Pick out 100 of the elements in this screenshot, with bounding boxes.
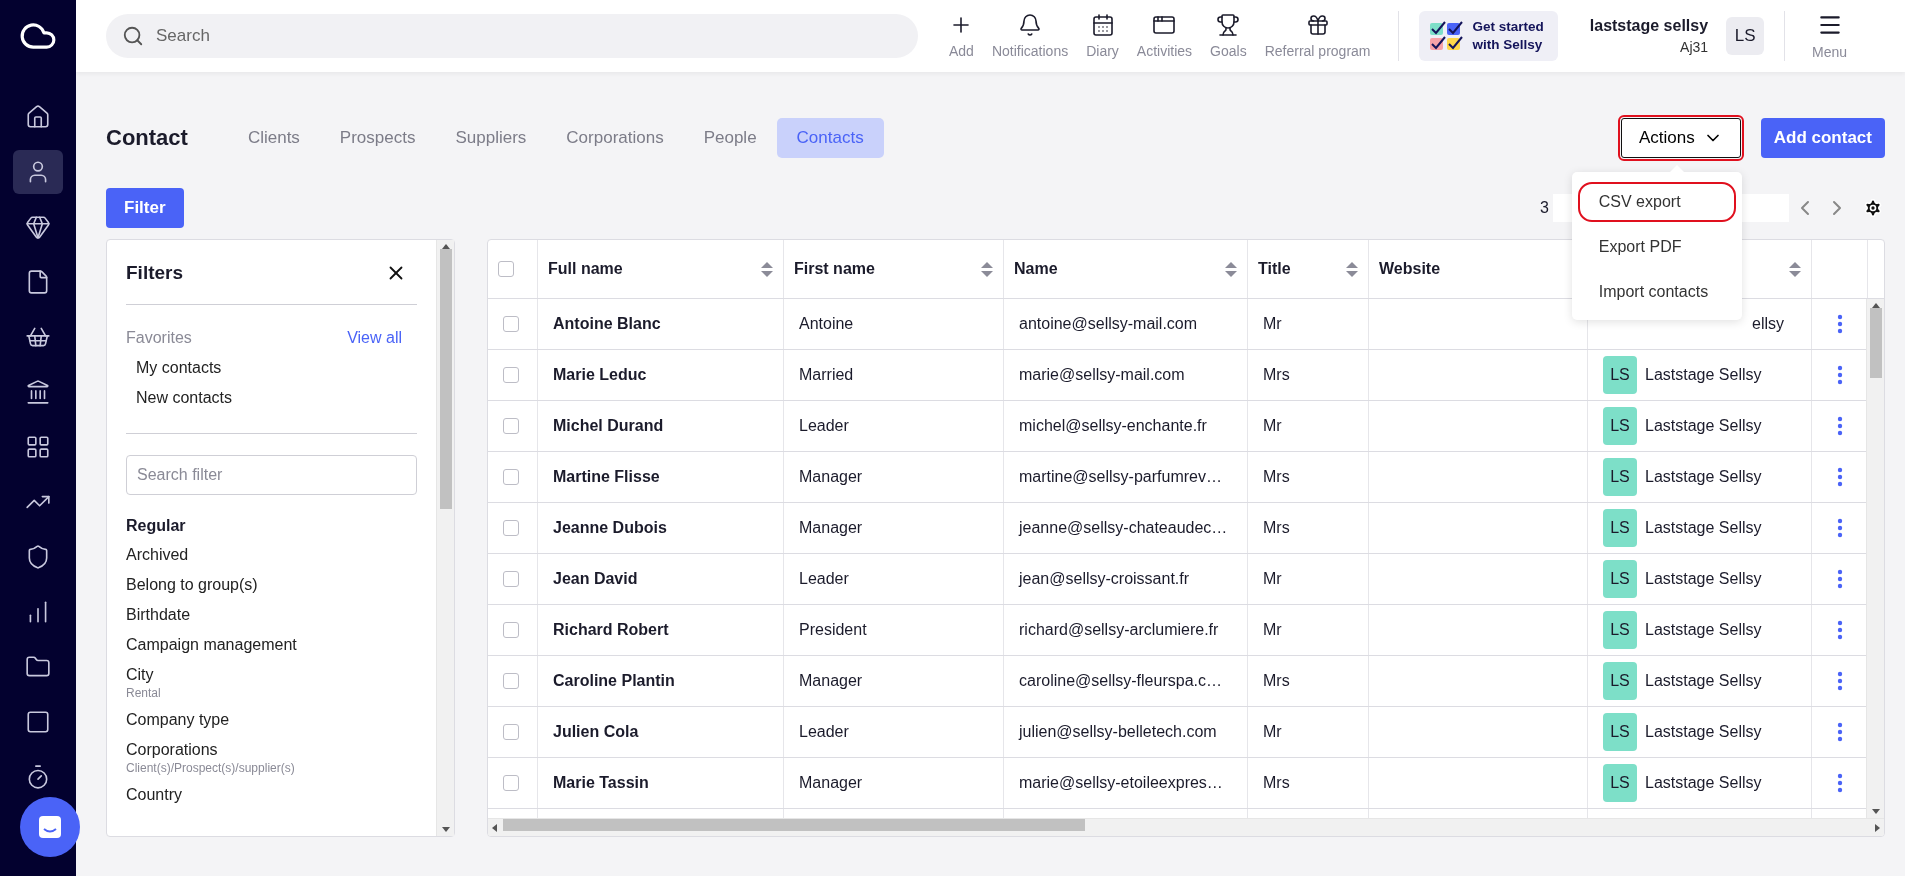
row-checkbox[interactable] [503, 571, 519, 587]
filter-item[interactable]: Archived [126, 545, 189, 565]
actions-button[interactable]: Actions [1620, 118, 1741, 158]
row-checkbox[interactable] [503, 469, 519, 485]
more-icon [1836, 773, 1843, 793]
more-icon [1836, 671, 1843, 691]
table-cell: antoine@sellsy-mail.com [1019, 315, 1198, 333]
table-cell: Mrs [1263, 366, 1290, 384]
bell-icon [1018, 13, 1043, 37]
row-checkbox[interactable] [503, 673, 519, 689]
owner-avatar: LS [1603, 662, 1637, 700]
tab[interactable]: Corporations [546, 118, 684, 158]
column-header[interactable]: First name [794, 260, 981, 278]
sort-icon[interactable] [761, 261, 773, 277]
toolbar-button[interactable]: Diary [1079, 13, 1126, 59]
filter-item[interactable]: Corporations [126, 740, 295, 760]
view-all-link[interactable]: View all [347, 329, 402, 347]
more-button[interactable] [1836, 671, 1843, 691]
owner-avatar: LS [1603, 713, 1637, 751]
more-icon [1836, 518, 1843, 538]
toolbar-button[interactable]: Notifications [984, 13, 1076, 59]
table-cell: Mr [1263, 315, 1282, 333]
table-cell: Mr [1263, 570, 1282, 588]
more-icon [1836, 314, 1843, 334]
search-field[interactable]: Search [106, 14, 918, 58]
filter-subtitle: Client(s)/Prospect(s)/supplier(s) [126, 761, 295, 775]
select-all-checkbox[interactable] [498, 261, 514, 277]
table-cell: marie@sellsy-etoileexpres… [1019, 774, 1223, 792]
menu-button[interactable]: Menu [1805, 12, 1855, 60]
row-checkbox[interactable] [503, 316, 519, 332]
table-cell: Mrs [1263, 774, 1290, 792]
more-button[interactable] [1836, 773, 1843, 793]
row-checkbox[interactable] [503, 724, 519, 740]
filter-item[interactable]: City [126, 665, 161, 685]
column-header[interactable]: Full name [548, 260, 761, 278]
tab[interactable]: Suppliers [435, 118, 547, 158]
user-avatar[interactable]: LS [1726, 17, 1765, 55]
more-button[interactable] [1836, 620, 1843, 640]
more-button[interactable] [1836, 569, 1843, 589]
table-cell: marie@sellsy-mail.com [1019, 366, 1185, 384]
toolbar-button[interactable]: Add [942, 13, 981, 59]
table-cell: caroline@sellsy-fleurspa.c… [1019, 672, 1222, 690]
filter-item[interactable]: Campaign management [126, 635, 297, 655]
toolbar-button[interactable]: Referral program [1257, 13, 1378, 59]
table-cell: martine@sellsy-parfumrev… [1019, 468, 1222, 486]
sort-icon[interactable] [981, 261, 993, 277]
get-started-button[interactable]: Get started with Sellsy [1418, 11, 1558, 61]
table-cell: Jean David [553, 570, 638, 588]
filter-item[interactable]: Belong to group(s) [126, 575, 258, 595]
page-title: Contact [106, 125, 188, 151]
tab[interactable]: Clients [227, 118, 320, 158]
more-button[interactable] [1836, 722, 1843, 742]
row-checkbox[interactable] [503, 775, 519, 791]
more-button[interactable] [1836, 518, 1843, 538]
more-button[interactable] [1836, 467, 1843, 487]
section-heading: Regular [126, 517, 187, 535]
settings-icon [1863, 198, 1883, 218]
filter-item[interactable]: Birthdate [126, 605, 191, 625]
filter-button[interactable]: Filter [106, 188, 184, 228]
table-cell: Laststage Sellsy [1645, 570, 1762, 588]
row-checkbox[interactable] [503, 520, 519, 536]
more-button[interactable] [1836, 314, 1843, 334]
menu-item[interactable]: CSV export [1577, 182, 1736, 222]
tab[interactable]: People [683, 118, 777, 158]
toolbar-button[interactable]: Goals [1203, 13, 1254, 59]
table-cell: Manager [799, 468, 863, 486]
scrollbar[interactable] [1866, 299, 1884, 818]
table-cell: ellsy [1752, 315, 1784, 333]
table-cell: michel@sellsy-enchante.fr [1019, 417, 1207, 435]
table-cell: Richard Robert [553, 621, 669, 639]
favorite-filter[interactable]: My contacts [136, 359, 417, 377]
row-checkbox[interactable] [503, 622, 519, 638]
sort-icon[interactable] [1789, 261, 1801, 277]
tab[interactable]: Prospects [319, 118, 436, 158]
table-cell: Mrs [1263, 519, 1290, 537]
scrollbar[interactable] [436, 240, 454, 836]
column-header[interactable]: Name [1014, 260, 1225, 278]
chat-button[interactable] [20, 797, 80, 857]
nav-button[interactable] [13, 150, 63, 194]
sort-icon[interactable] [1346, 261, 1358, 277]
table-cell: Marie Tassin [553, 774, 649, 792]
gift-icon [1305, 13, 1330, 37]
add-contact-button[interactable]: Add contact [1760, 118, 1885, 158]
search-filter-field[interactable]: Search filter [126, 455, 417, 495]
more-button[interactable] [1836, 416, 1843, 436]
more-button[interactable] [1836, 365, 1843, 385]
toolbar-button[interactable]: Activities [1129, 13, 1200, 59]
sort-icon[interactable] [1225, 261, 1237, 277]
menu-item[interactable]: Import contacts [1577, 272, 1736, 312]
row-checkbox[interactable] [503, 367, 519, 383]
horizontal-scrollbar[interactable] [488, 818, 1884, 836]
diamond-icon [25, 214, 51, 240]
filter-item[interactable]: Company type [126, 710, 230, 730]
favorite-filter[interactable]: New contacts [136, 389, 417, 407]
home-icon [25, 104, 51, 130]
filter-item[interactable]: Country [126, 785, 183, 805]
row-checkbox[interactable] [503, 418, 519, 434]
menu-item[interactable]: Export PDF [1577, 227, 1736, 267]
column-header[interactable]: Title [1258, 260, 1346, 278]
table-cell: Jeanne Dubois [553, 519, 667, 537]
